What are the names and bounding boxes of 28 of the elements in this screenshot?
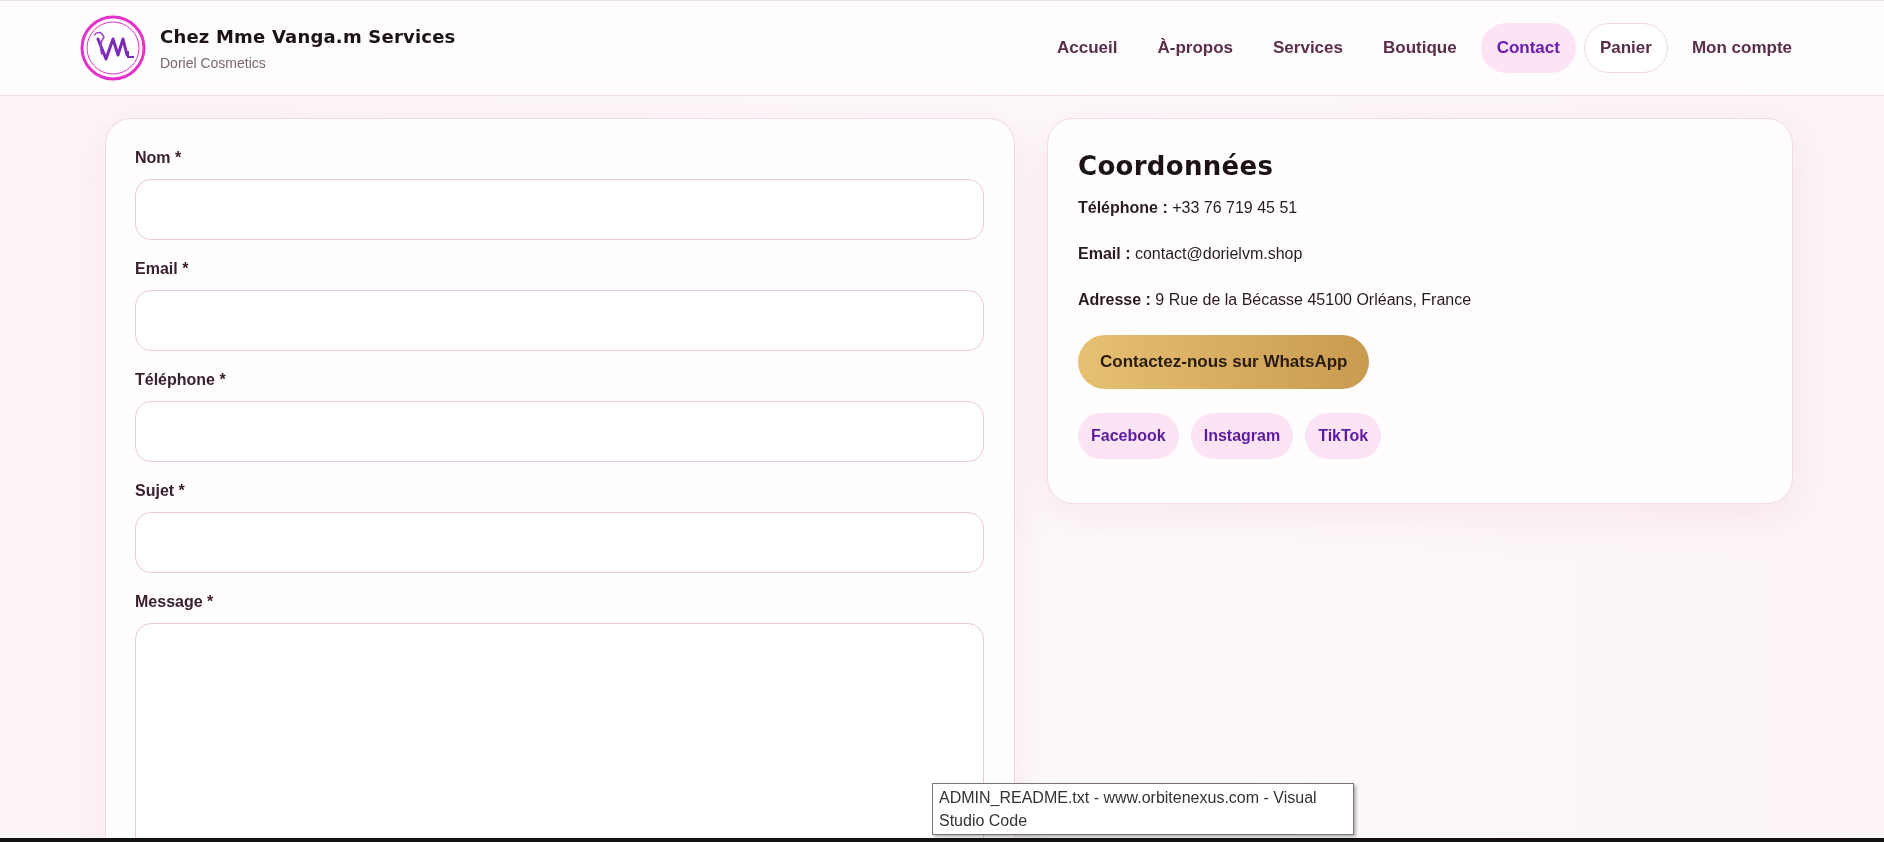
- field-label: Nom *: [135, 149, 183, 167]
- field-label: Téléphone *: [135, 371, 227, 389]
- input-field[interactable]: [135, 179, 984, 240]
- nav-link[interactable]: Panier: [1583, 23, 1668, 73]
- nav-link[interactable]: Mon compte: [1675, 23, 1808, 73]
- social-link[interactable]: Instagram: [1190, 413, 1294, 459]
- input-field[interactable]: [135, 290, 984, 351]
- social-link[interactable]: Facebook: [1078, 413, 1179, 459]
- whatsapp-button[interactable]: Contactez-nous sur WhatsApp: [1078, 335, 1370, 389]
- nav-link[interactable]: Contact: [1480, 23, 1576, 73]
- contact-detail: Téléphone : +33 76 719 45 51: [1078, 199, 1299, 217]
- input-field[interactable]: [135, 512, 984, 573]
- field-label: Sujet *: [135, 482, 186, 500]
- site-subtitle: Doriel Cosmetics: [160, 54, 267, 71]
- nav-link[interactable]: Services: [1257, 23, 1359, 73]
- logo-icon[interactable]: [80, 15, 146, 81]
- site-title: Chez Mme Vanga.m Services: [160, 25, 456, 47]
- tooltip: ADMIN_README.txt - www.orbitenexus.com - Visual Studio Code: [932, 783, 1354, 835]
- card-heading: Coordonnées: [1078, 151, 1275, 181]
- contact-detail: Email : contact@dorielvm.shop: [1078, 245, 1304, 263]
- contact-detail: Adresse : 9 Rue de la Bécasse 45100 Orléans, France: [1078, 291, 1473, 309]
- field-label: Email *: [135, 260, 190, 278]
- social-link[interactable]: TikTok: [1305, 413, 1382, 459]
- input-field[interactable]: [135, 401, 984, 462]
- nav-link[interactable]: À-propos: [1141, 23, 1249, 73]
- field-label: Message *: [135, 593, 215, 611]
- nav-link[interactable]: Boutique: [1366, 23, 1473, 73]
- nav-link[interactable]: Accueil: [1041, 23, 1134, 73]
